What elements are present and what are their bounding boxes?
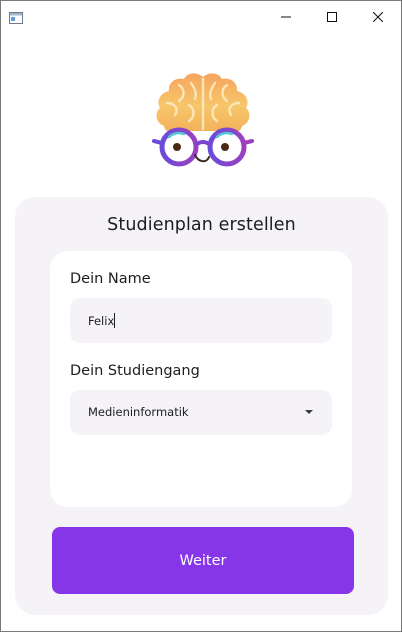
minimize-button[interactable] xyxy=(263,1,309,31)
text-cursor xyxy=(114,313,116,328)
name-input[interactable]: Felix xyxy=(70,298,332,343)
name-input-value: Felix xyxy=(88,314,115,328)
maximize-icon xyxy=(327,7,337,26)
close-button[interactable] xyxy=(355,1,401,31)
next-button[interactable]: Weiter xyxy=(52,527,354,594)
brain-with-glasses-logo xyxy=(151,71,255,169)
name-label: Dein Name xyxy=(70,271,151,287)
app-window: Studienplan erstellen Dein Name Felix De… xyxy=(0,0,402,632)
course-select[interactable]: Medieninformatik xyxy=(70,390,332,435)
course-select-value: Medieninformatik xyxy=(88,405,189,419)
course-label: Dein Studiengang xyxy=(70,363,200,379)
form-fields-panel: Dein Name Felix Dein Studiengang Medieni… xyxy=(50,251,352,507)
maximize-button[interactable] xyxy=(309,1,355,31)
dropdown-arrow-icon[interactable] xyxy=(305,410,313,414)
form-card: Studienplan erstellen Dein Name Felix De… xyxy=(15,197,388,615)
title-bar[interactable] xyxy=(1,1,401,31)
close-icon xyxy=(372,7,384,26)
app-icon xyxy=(9,9,23,24)
minimize-icon xyxy=(281,7,291,26)
form-title: Studienplan erstellen xyxy=(107,215,296,235)
